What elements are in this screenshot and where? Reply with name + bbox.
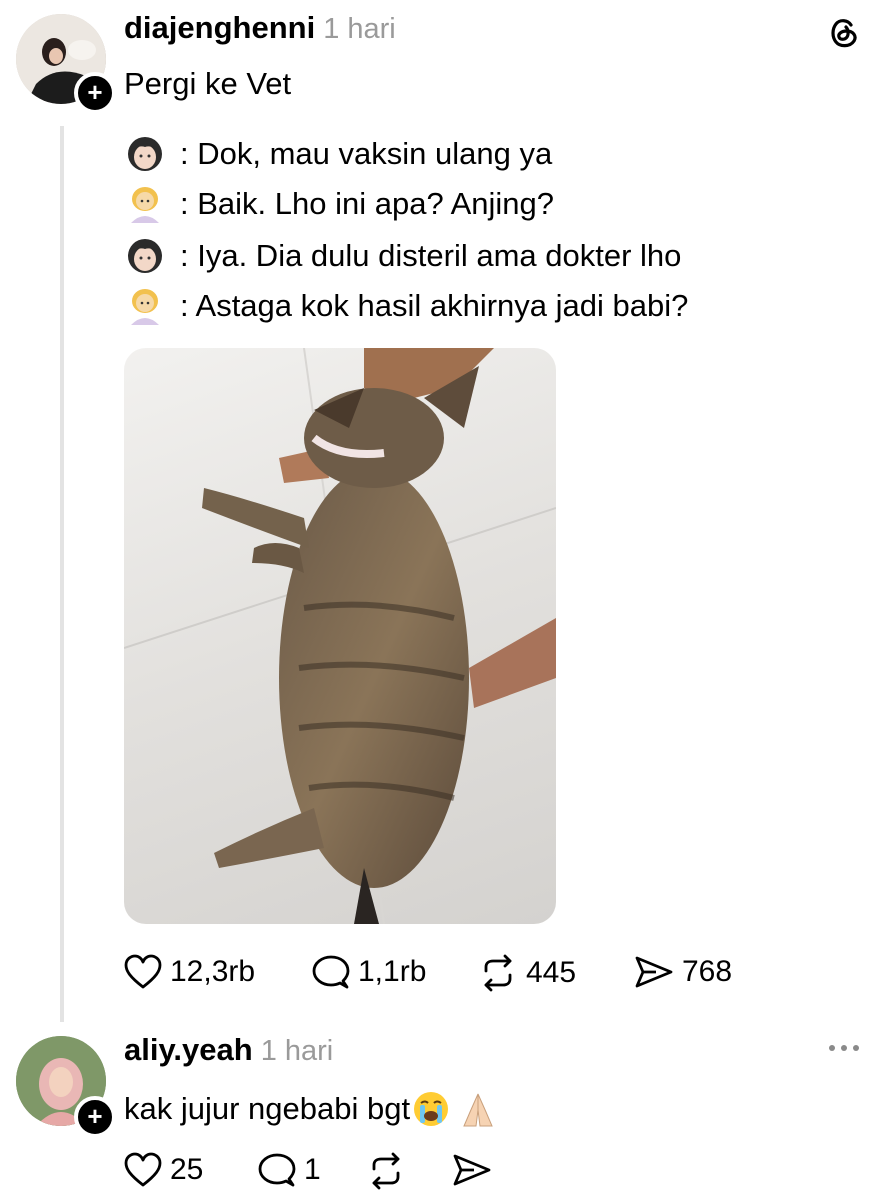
reply-comment-count: 1: [304, 1153, 321, 1186]
repost-icon: [372, 1152, 400, 1190]
dialogue-text: : Dok, mau vaksin ulang ya: [180, 136, 553, 171]
post-username[interactable]: diajenghenni: [124, 10, 315, 46]
heart-icon: [124, 1152, 162, 1187]
crying-emoji-icon: [412, 1090, 450, 1128]
reply-comment-button[interactable]: 1: [258, 1152, 321, 1188]
dialogue-text: : Iya. Dia dulu disteril ama dokter lho: [180, 238, 682, 273]
repost-button[interactable]: 445: [478, 954, 576, 992]
dialogue-line: : Dok, mau vaksin ulang ya: [124, 134, 552, 174]
reply-timestamp: 1 hari: [260, 1035, 334, 1067]
post-photo[interactable]: [124, 348, 556, 924]
share-button[interactable]: 768: [634, 954, 732, 990]
dialogue-text: : Baik. Lho ini apa? Anjing?: [180, 186, 554, 221]
send-icon: [453, 1154, 491, 1186]
dialogue-text: : Astaga kok hasil akhirnya jadi babi?: [180, 288, 689, 323]
comment-button[interactable]: 1,1rb: [312, 954, 426, 990]
threads-icon[interactable]: [826, 14, 862, 50]
reply-text: kak jujur ngebabi bgt: [124, 1091, 411, 1126]
reply-like-count: 25: [170, 1153, 204, 1186]
post-title: Pergi ke Vet: [124, 66, 292, 101]
more-icon[interactable]: [826, 1040, 862, 1056]
reply-repost-button[interactable]: [366, 1152, 414, 1190]
comment-icon: [258, 1153, 296, 1187]
heart-icon: [124, 954, 162, 989]
post-timestamp: 1 hari: [323, 13, 396, 45]
send-icon: [635, 956, 673, 988]
dialogue-line: : Iya. Dia dulu disteril ama dokter lho: [124, 236, 681, 276]
reply-like-button[interactable]: 25: [124, 1152, 203, 1188]
repost-icon: [484, 954, 512, 992]
comment-icon: [312, 955, 350, 989]
thread-line: [60, 126, 64, 1022]
reply-username[interactable]: aliy.yeah: [124, 1032, 253, 1068]
dialogue-line: : Astaga kok hasil akhirnya jadi babi?: [124, 286, 688, 326]
pray-emoji-icon: [458, 1090, 498, 1128]
woman-emoji-icon: [124, 236, 166, 276]
reply-text-row: kak jujur ngebabi bgt: [124, 1088, 498, 1130]
follow-plus-icon[interactable]: +: [74, 72, 116, 114]
like-count: 12,3rb: [170, 955, 256, 988]
health-worker-emoji-icon: [124, 286, 166, 326]
woman-emoji-icon: [124, 134, 166, 174]
health-worker-emoji-icon: [124, 184, 166, 224]
like-button[interactable]: 12,3rb: [124, 954, 255, 990]
repost-count: 445: [526, 956, 577, 989]
share-count: 768: [682, 955, 733, 988]
follow-plus-icon[interactable]: +: [74, 1096, 116, 1138]
dialogue-line: : Baik. Lho ini apa? Anjing?: [124, 184, 554, 224]
reply-share-button[interactable]: [452, 1152, 500, 1188]
comment-count: 1,1rb: [358, 955, 427, 988]
